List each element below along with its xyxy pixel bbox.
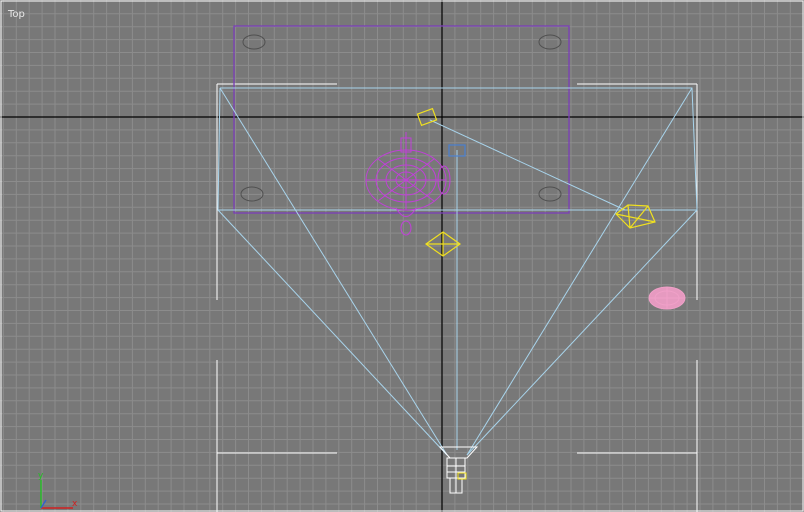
- viewport-background: [0, 0, 804, 512]
- axis-x-label: x: [72, 499, 78, 509]
- axis-y-label: y: [38, 471, 44, 481]
- viewport-top[interactable]: x y Top: [0, 0, 804, 512]
- viewport-label[interactable]: Top: [7, 9, 25, 20]
- sphere[interactable]: [648, 286, 686, 310]
